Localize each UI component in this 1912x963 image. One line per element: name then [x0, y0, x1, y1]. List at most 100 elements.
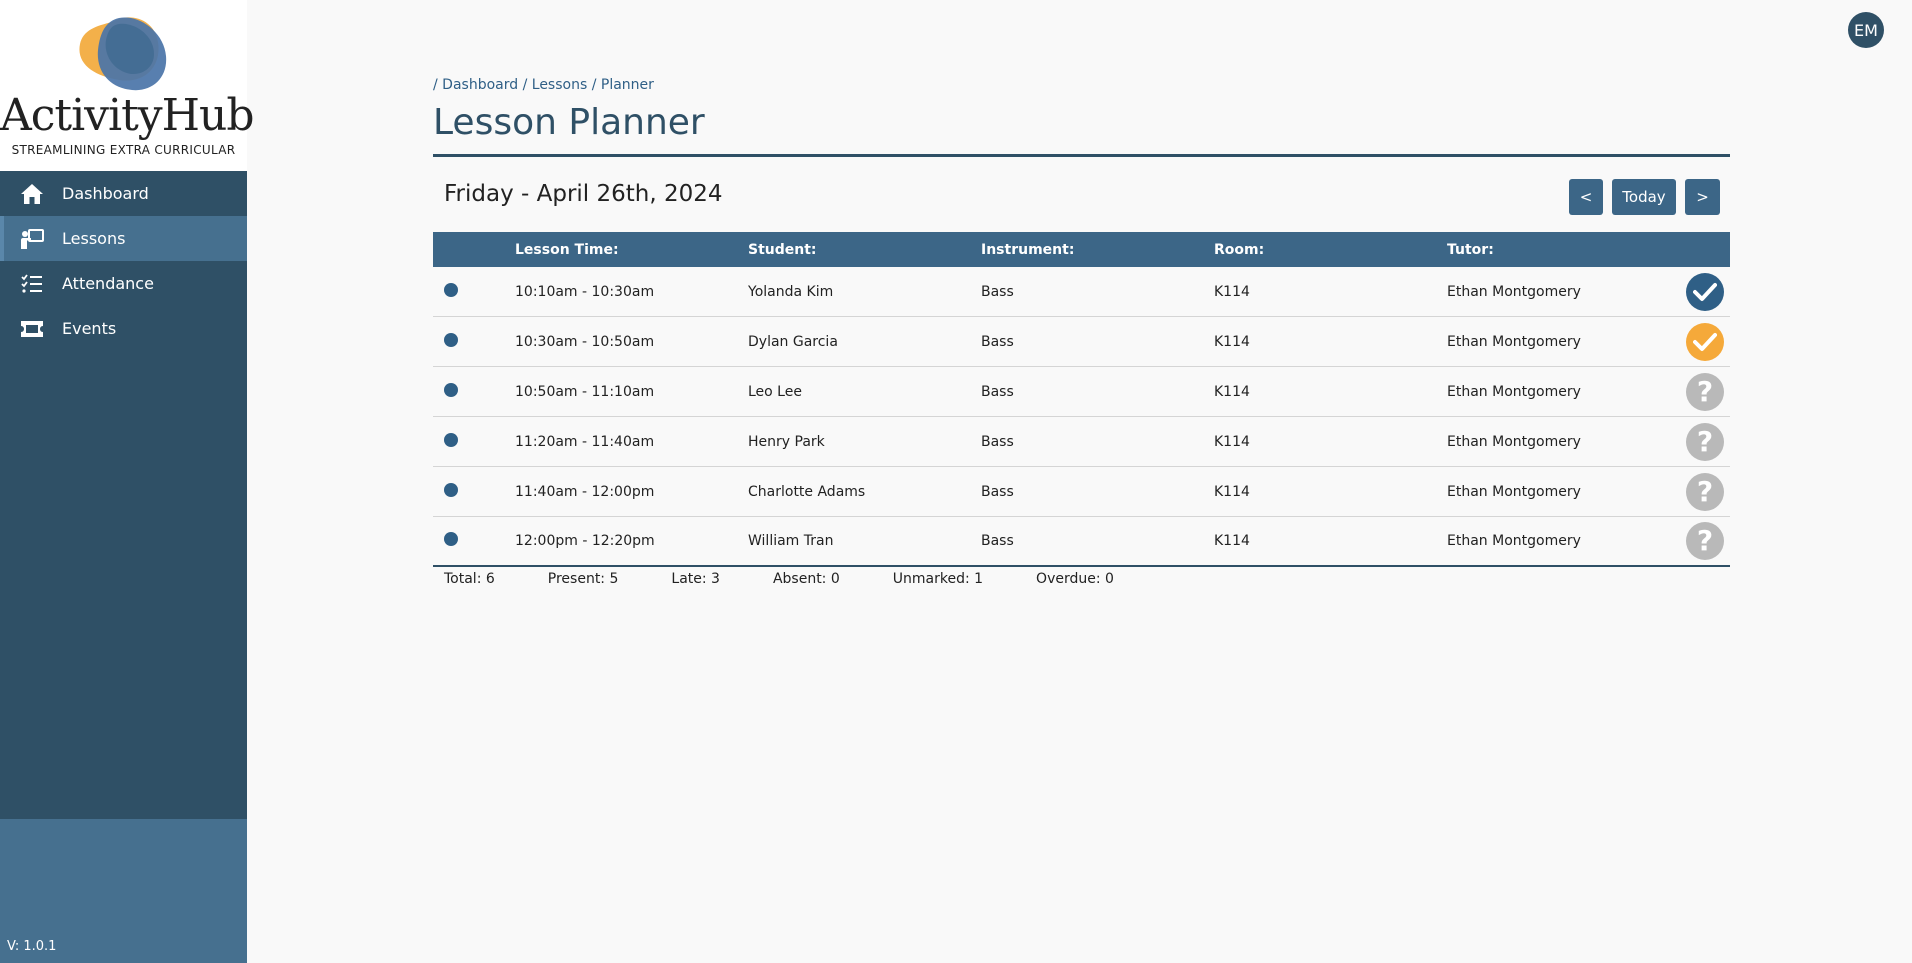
user-avatar[interactable]: EM [1848, 12, 1884, 48]
logo-title: ActivityHub [0, 90, 255, 141]
header-instrument: Instrument: [981, 241, 1075, 258]
status-dot-icon [444, 432, 458, 447]
sidebar-footer: V: 1.0.1 [0, 819, 247, 963]
table-row[interactable]: 10:30am - 10:50am Dylan Garcia Bass K114 Eth… [433, 317, 1730, 367]
status-dot-icon [444, 482, 458, 497]
breadcrumb-separator: / [522, 77, 528, 93]
breadcrumb-planner[interactable]: Planner [601, 77, 654, 93]
cell-student: Charlotte Adams [748, 483, 866, 500]
present-check-icon[interactable] [1686, 272, 1724, 311]
table-row[interactable]: 11:40am - 12:00pm Charlotte Adams Bass K114… [433, 467, 1730, 517]
table-body: 10:10am - 10:30am Yolanda Kim Bass K114 Etha… [433, 267, 1730, 567]
status-dot-icon [444, 332, 458, 347]
cell-student: Henry Park [748, 433, 825, 450]
summary-unmarked: Unmarked: 1 [892, 571, 984, 587]
version-label: V: 1.0.1 [7, 939, 57, 954]
attendance-summary: Total: 6 Present: 5 Late: 3 Absent: 0 Un… [444, 571, 1167, 587]
sidebar-item-label: Attendance [62, 274, 154, 293]
cell-instrument: Bass [981, 533, 1014, 549]
sidebar: ActivityHub STREAMLINING EXTRA CURRICULA… [0, 0, 255, 963]
checklist-icon [20, 272, 44, 296]
table-header: Lesson Time: Student: Instrument: Room: … [433, 232, 1730, 267]
sidebar-item-lessons[interactable]: Lessons [0, 216, 247, 261]
row-indicator-cell [433, 382, 515, 401]
breadcrumb-dashboard[interactable]: Dashboard [442, 77, 518, 93]
unmarked-question-icon[interactable]: ? [1686, 472, 1724, 511]
breadcrumb-separator: / [433, 77, 438, 93]
cell-tutor: Ethan Montgomery [1447, 483, 1581, 500]
cell-room: K114 [1214, 483, 1250, 500]
unmarked-question-icon[interactable]: ? [1686, 372, 1724, 411]
cell-status: ? [1680, 472, 1730, 511]
cell-lesson-time: 10:10am - 10:30am [515, 283, 655, 300]
today-button[interactable]: Today [1612, 179, 1676, 215]
cell-lesson-time: 12:00pm - 12:20pm [515, 533, 655, 549]
next-day-button[interactable]: > [1685, 179, 1720, 215]
sidebar-item-dashboard[interactable]: Dashboard [0, 171, 247, 216]
current-date: Friday - April 26th, 2024 [444, 181, 723, 207]
sidebar-item-events[interactable]: Events [0, 306, 247, 351]
cell-status: ? [1680, 422, 1730, 461]
cell-room: K114 [1214, 333, 1250, 350]
cell-status [1680, 322, 1730, 361]
cell-lesson-time: 10:30am - 10:50am [515, 333, 655, 350]
header-lesson-time: Lesson Time: [515, 241, 619, 258]
summary-total: Total: 6 [444, 571, 495, 587]
table-row[interactable]: 12:00pm - 12:20pm William Tran Bass K114 Eth… [433, 517, 1730, 567]
lessons-icon [20, 227, 44, 251]
previous-day-button[interactable]: < [1569, 179, 1603, 215]
sidebar-item-attendance[interactable]: Attendance [0, 261, 247, 306]
logo[interactable]: ActivityHub STREAMLINING EXTRA CURRICULA… [0, 0, 255, 171]
row-indicator-cell [433, 482, 515, 501]
cell-student: Yolanda Kim [748, 283, 834, 300]
summary-overdue: Overdue: 0 [1036, 571, 1114, 587]
cell-instrument: Bass [981, 333, 1014, 350]
unmarked-question-icon[interactable]: ? [1686, 522, 1724, 560]
cell-instrument: Bass [981, 433, 1014, 450]
sidebar-nav: Dashboard Lessons Attendance Events [0, 171, 247, 351]
row-indicator-cell [433, 282, 515, 301]
cell-status: ? [1680, 522, 1730, 560]
page-title: Lesson Planner [433, 102, 705, 143]
cell-student: Leo Lee [748, 383, 802, 400]
cell-instrument: Bass [981, 483, 1014, 500]
breadcrumb-separator: / [591, 77, 597, 93]
cell-room: K114 [1214, 533, 1250, 549]
header-tutor: Tutor: [1447, 241, 1494, 258]
row-indicator-cell [433, 432, 515, 451]
home-icon [20, 182, 44, 206]
cell-tutor: Ethan Montgomery [1447, 433, 1581, 450]
unmarked-question-icon[interactable]: ? [1686, 422, 1724, 461]
logo-tagline: STREAMLINING EXTRA CURRICULAR [11, 143, 236, 157]
table-row[interactable]: 10:10am - 10:30am Yolanda Kim Bass K114 Etha… [433, 267, 1730, 317]
header-room: Room: [1214, 241, 1265, 258]
cell-status [1680, 272, 1730, 311]
breadcrumb: / Dashboard / Lessons / Planner [433, 77, 654, 93]
cell-lesson-time: 10:50am - 11:10am [515, 383, 655, 400]
cell-lesson-time: 11:40am - 12:00pm [515, 483, 655, 500]
ticket-icon [20, 317, 44, 341]
cell-tutor: Ethan Montgomery [1447, 283, 1581, 300]
table-row[interactable]: 10:50am - 11:10am Leo Lee Bass K114 Ethan Mo… [433, 367, 1730, 417]
summary-absent: Absent: 0 [772, 571, 840, 587]
title-divider [433, 154, 1730, 157]
cell-tutor: Ethan Montgomery [1447, 533, 1581, 549]
header-student: Student: [748, 241, 817, 258]
row-indicator-cell [433, 332, 515, 351]
logo-mark-icon [79, 17, 167, 91]
sidebar-item-label: Dashboard [62, 184, 149, 203]
status-dot-icon [444, 532, 458, 546]
cell-student: Dylan Garcia [748, 333, 838, 350]
cell-room: K114 [1214, 433, 1250, 450]
late-check-icon[interactable] [1686, 322, 1724, 361]
status-dot-icon [444, 282, 458, 297]
cell-tutor: Ethan Montgomery [1447, 333, 1581, 350]
summary-present: Present: 5 [547, 571, 619, 587]
sidebar-item-label: Events [62, 319, 117, 338]
cell-instrument: Bass [981, 383, 1014, 400]
summary-late: Late: 3 [671, 571, 720, 587]
cell-status: ? [1680, 372, 1730, 411]
cell-tutor: Ethan Montgomery [1447, 383, 1581, 400]
breadcrumb-lessons[interactable]: Lessons [532, 77, 588, 93]
table-row[interactable]: 11:20am - 11:40am Henry Park Bass K114 Ethan… [433, 417, 1730, 467]
